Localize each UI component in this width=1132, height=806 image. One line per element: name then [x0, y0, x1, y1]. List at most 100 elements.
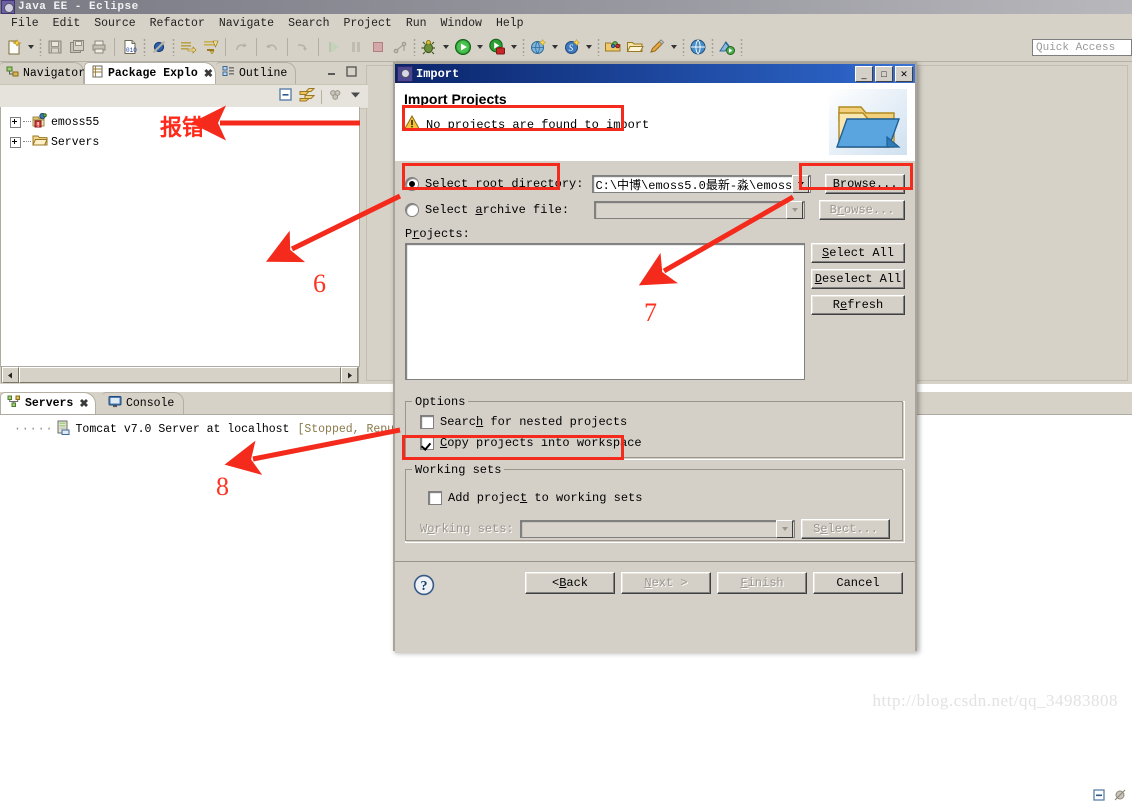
new-web-dropdown-icon[interactable] [552, 45, 558, 49]
tab-package-explorer-label: Package Explo [108, 67, 198, 80]
menu-file[interactable]: File [4, 16, 46, 31]
quick-access-input[interactable]: Quick Access [1032, 39, 1132, 56]
new-java-class-icon[interactable] [647, 37, 667, 57]
working-sets-combo [519, 520, 796, 538]
run-server-dropdown-icon[interactable] [511, 45, 517, 49]
copy-projects-checkbox[interactable] [420, 436, 434, 450]
select-root-directory-label: Select root directory: [425, 177, 584, 191]
back-icon[interactable] [262, 37, 282, 57]
archive-file-combo [594, 201, 806, 219]
toolbar-grip [682, 38, 685, 56]
cancel-button[interactable]: Cancel [813, 572, 903, 594]
expand-icon[interactable] [10, 116, 21, 128]
print-icon[interactable] [89, 37, 109, 57]
close-icon[interactable]: ✖ [204, 67, 213, 81]
new-wizard-dropdown-icon[interactable] [28, 45, 34, 49]
debug-icon[interactable] [419, 37, 439, 57]
tab-package-explorer[interactable]: Package Explo ✖ [84, 62, 216, 84]
maximize-icon[interactable]: □ [875, 66, 893, 82]
new-wizard-icon[interactable] [4, 37, 24, 57]
view-dropdown-icon[interactable] [349, 88, 362, 105]
tab-console[interactable]: Console [102, 392, 184, 414]
maximize-icon[interactable] [345, 65, 358, 78]
disconnect-icon[interactable] [390, 37, 410, 57]
save-icon[interactable] [45, 37, 65, 57]
minimize-icon[interactable] [325, 65, 338, 78]
deselect-all-button[interactable]: Deselect All [811, 269, 905, 289]
scroll-right-icon[interactable] [341, 367, 358, 383]
tab-console-label: Console [126, 397, 175, 410]
activate-task-icon[interactable] [200, 37, 220, 57]
save-all-icon[interactable] [67, 37, 87, 57]
minimize-icon[interactable]: _ [855, 66, 873, 82]
search-nested-projects-row[interactable]: Search for nested projects [420, 415, 627, 429]
menu-help[interactable]: Help [489, 16, 531, 31]
refresh-button[interactable]: Re fresh [811, 295, 905, 315]
new-web-project-icon[interactable] [528, 37, 548, 57]
toolbar-separator [225, 38, 226, 56]
tab-servers[interactable]: Servers ✖ [0, 392, 96, 414]
view-menu-icon[interactable] [328, 87, 343, 106]
tab-outline[interactable]: Outline [216, 62, 296, 84]
add-project-to-working-sets-row[interactable]: Add project to working sets [428, 491, 642, 505]
run-server-icon[interactable] [487, 37, 507, 57]
redo-forward-icon[interactable] [231, 37, 251, 57]
next-annotation-icon[interactable] [293, 37, 313, 57]
copy-projects-row[interactable]: Copy projects into workspace [420, 436, 642, 450]
resume-icon[interactable] [324, 37, 344, 57]
select-root-directory-radio[interactable] [405, 177, 419, 191]
open-task-icon[interactable] [178, 37, 198, 57]
skip-breakpoints-icon[interactable] [149, 37, 169, 57]
menu-run[interactable]: Run [399, 16, 434, 31]
tab-navigator[interactable]: Navigator [0, 62, 85, 84]
scroll-left-icon[interactable] [2, 367, 19, 383]
search-nested-projects-checkbox[interactable] [420, 415, 434, 429]
maximize-icon[interactable] [1113, 788, 1126, 801]
expand-icon[interactable] [10, 136, 21, 148]
new-struts-icon[interactable]: S [562, 37, 582, 57]
help-icon[interactable]: ? [413, 574, 435, 600]
menu-window[interactable]: Window [434, 16, 489, 31]
link-with-editor-icon[interactable] [299, 87, 316, 106]
root-directory-combo[interactable]: C:\中博\emoss5.0最新-淼\emoss [592, 175, 812, 193]
run-dropdown-icon[interactable] [477, 45, 483, 49]
terminate-icon[interactable] [368, 37, 388, 57]
menu-edit[interactable]: Edit [46, 16, 88, 31]
server-list-item[interactable]: ····· Tomcat v7.0 Server at localhost [S… [0, 420, 435, 439]
close-icon[interactable]: ✕ [895, 66, 913, 82]
scrollbar-thumb[interactable] [19, 367, 341, 383]
package-explorer-tree[interactable]: emoss55 Servers [0, 107, 360, 367]
add-project-to-working-sets-checkbox[interactable] [428, 491, 442, 505]
menu-navigate[interactable]: Navigate [212, 16, 281, 31]
new-struts-dropdown-icon[interactable] [586, 45, 592, 49]
menu-refactor[interactable]: Refactor [143, 16, 212, 31]
toolbar-grip [740, 38, 743, 56]
select-all-button[interactable]: Select All [811, 243, 905, 263]
collapse-all-icon[interactable] [278, 87, 293, 106]
menu-source[interactable]: Source [87, 16, 142, 31]
menubar: File Edit Source Refactor Navigate Searc… [0, 14, 1132, 34]
run-icon[interactable] [453, 37, 473, 57]
menu-project[interactable]: Project [337, 16, 399, 31]
close-icon[interactable]: ✖ [79, 397, 88, 411]
tree-item-label: emoss55 [51, 115, 100, 129]
dialog-header: Import Projects No projects are found to… [395, 83, 915, 162]
binary-file-icon[interactable]: 010 [120, 37, 140, 57]
browse-root-directory-button[interactable]: Br owse... [825, 174, 905, 194]
select-archive-file-radio[interactable] [405, 203, 419, 217]
horizontal-scrollbar[interactable] [1, 367, 359, 383]
suspend-icon[interactable] [346, 37, 366, 57]
deploy-icon[interactable] [717, 37, 737, 57]
open-browser-icon[interactable] [688, 37, 708, 57]
root-directory-dropdown-icon[interactable] [792, 175, 810, 193]
minimize-icon[interactable] [1092, 788, 1105, 801]
back-button[interactable]: < Back [525, 572, 615, 594]
new-java-class-dropdown-icon[interactable] [671, 45, 677, 49]
toolbar-grip [413, 38, 416, 56]
projects-list[interactable] [405, 243, 805, 380]
debug-dropdown-icon[interactable] [443, 45, 449, 49]
open-type-icon[interactable] [603, 37, 623, 57]
root-directory-value[interactable]: C:\中博\emoss5.0最新-淼\emoss [593, 176, 792, 193]
menu-search[interactable]: Search [281, 16, 336, 31]
open-resource-icon[interactable] [625, 37, 645, 57]
